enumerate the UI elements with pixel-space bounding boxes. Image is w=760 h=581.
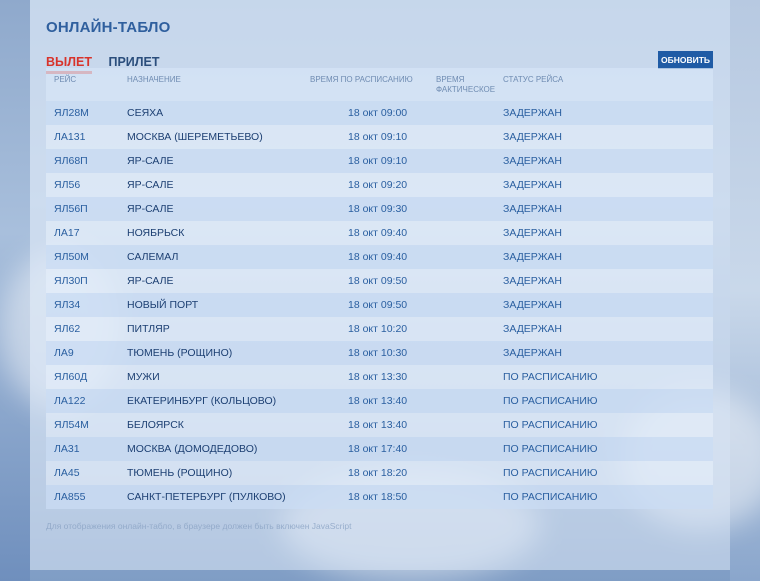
scheduled-time: 18 окт 13:30 [348,371,408,383]
flight-status: ЗАДЕРЖАН [503,227,562,239]
table-row: ЯЛ62 ПИТЛЯР 18 окт 10:20 ЗАДЕРЖАН [46,317,713,341]
destination: НОЯБРЬСК [127,227,185,239]
destination: САЛЕМАЛ [127,251,179,263]
flight-status: ПО РАСПИСАНИЮ [503,443,598,455]
destination: САНКТ-ПЕТЕРБУРГ (ПУЛКОВО) [127,491,286,503]
table-row: ЯЛ60Д МУЖИ 18 окт 13:30 ПО РАСПИСАНИЮ [46,365,713,389]
scheduled-time: 18 окт 13:40 [348,395,408,407]
flight-status: ЗАДЕРЖАН [503,155,562,167]
flight-number: ЛА17 [54,227,80,239]
destination: БЕЛОЯРСК [127,419,184,431]
table-row: ЯЛ56П ЯР-САЛЕ 18 окт 09:30 ЗАДЕРЖАН [46,197,713,221]
table-row: ЯЛ28М СЕЯХА 18 окт 09:00 ЗАДЕРЖАН [46,101,713,125]
flight-number: ЯЛ56П [54,203,88,215]
flight-status: ЗАДЕРЖАН [503,179,562,191]
destination: МОСКВА (ДОМОДЕДОВО) [127,443,258,455]
flight-number: ЛА45 [54,467,80,479]
table-row: ЛА131 МОСКВА (ШЕРЕМЕТЬЕВО) 18 окт 09:10 … [46,125,713,149]
destination: ЯР-САЛЕ [127,155,174,167]
tab-bar: ВЫЛЕТ ПРИЛЕТ [46,53,172,74]
scheduled-time: 18 окт 13:40 [348,419,408,431]
scheduled-time: 18 окт 09:40 [348,251,408,263]
header-scheduled-time: ВРЕМЯ ПО РАСПИСАНИЮ [310,75,413,84]
destination: ЯР-САЛЕ [127,203,174,215]
table-row: ЯЛ54М БЕЛОЯРСК 18 окт 13:40 ПО РАСПИСАНИ… [46,413,713,437]
flight-status: ПО РАСПИСАНИЮ [503,467,598,479]
flight-number: ЯЛ28М [54,107,89,119]
scheduled-time: 18 окт 09:20 [348,179,408,191]
flight-number: ЛА131 [54,131,86,143]
flight-status: ПО РАСПИСАНИЮ [503,371,598,383]
header-actual-time: ВРЕМЯ ФАКТИЧЕСКОЕ [436,75,496,94]
flight-status: ЗАДЕРЖАН [503,275,562,287]
flight-status: ЗАДЕРЖАН [503,323,562,335]
table-row: ЯЛ34 НОВЫЙ ПОРТ 18 окт 09:50 ЗАДЕРЖАН [46,293,713,317]
table-row: ЛА17 НОЯБРЬСК 18 окт 09:40 ЗАДЕРЖАН [46,221,713,245]
table-row: ЛА45 ТЮМЕНЬ (РОЩИНО) 18 окт 18:20 ПО РАС… [46,461,713,485]
flight-number: ЯЛ30П [54,275,88,287]
scheduled-time: 18 окт 09:50 [348,275,408,287]
scheduled-time: 18 окт 09:30 [348,203,408,215]
scheduled-time: 18 окт 09:10 [348,131,408,143]
flight-number: ЛА9 [54,347,74,359]
flight-number: ЯЛ54М [54,419,89,431]
scheduled-time: 18 окт 09:50 [348,299,408,311]
scheduled-time: 18 окт 18:50 [348,491,408,503]
flight-number: ЛА122 [54,395,86,407]
table-row: ЛА9 ТЮМЕНЬ (РОЩИНО) 18 окт 10:30 ЗАДЕРЖА… [46,341,713,365]
flight-status: ПО РАСПИСАНИЮ [503,419,598,431]
destination: ЕКАТЕРИНБУРГ (КОЛЬЦОВО) [127,395,277,407]
scheduled-time: 18 окт 10:20 [348,323,408,335]
flight-status: ЗАДЕРЖАН [503,131,562,143]
flight-number: ЯЛ34 [54,299,81,311]
scheduled-time: 18 окт 17:40 [348,443,408,455]
header-status: СТАТУС РЕЙСА [503,75,564,84]
flight-number: ЯЛ68П [54,155,88,167]
flight-number: ЯЛ60Д [54,371,88,383]
header-destination: НАЗНАЧЕНИЕ [127,75,181,84]
scheduled-time: 18 окт 09:40 [348,227,408,239]
flight-status: ПО РАСПИСАНИЮ [503,491,598,503]
refresh-button[interactable]: ОБНОВИТЬ [658,51,713,69]
scheduled-time: 18 окт 09:10 [348,155,408,167]
table-row: ЛА855 САНКТ-ПЕТЕРБУРГ (ПУЛКОВО) 18 окт 1… [46,485,713,509]
destination: ПИТЛЯР [127,323,170,335]
flights-table-body: ЯЛ28М СЕЯХА 18 окт 09:00 ЗАДЕРЖАН ЛА131 … [46,101,713,509]
destination: НОВЫЙ ПОРТ [127,299,199,311]
scheduled-time: 18 окт 10:30 [348,347,408,359]
header-flight: РЕЙС [54,75,77,84]
table-row: ЯЛ50М САЛЕМАЛ 18 окт 09:40 ЗАДЕРЖАН [46,245,713,269]
flight-status: ЗАДЕРЖАН [503,299,562,311]
table-row: ЛА31 МОСКВА (ДОМОДЕДОВО) 18 окт 17:40 ПО… [46,437,713,461]
flight-status: ПО РАСПИСАНИЮ [503,395,598,407]
flight-status: ЗАДЕРЖАН [503,203,562,215]
flight-status: ЗАДЕРЖАН [503,107,562,119]
javascript-notice: Для отображения онлайн-табло, в браузере… [46,521,352,531]
destination: ТЮМЕНЬ (РОЩИНО) [127,347,233,359]
table-row: ЯЛ68П ЯР-САЛЕ 18 окт 09:10 ЗАДЕРЖАН [46,149,713,173]
destination: ЯР-САЛЕ [127,179,174,191]
destination: ТЮМЕНЬ (РОЩИНО) [127,467,233,479]
page-title: ОНЛАЙН-ТАБЛО [46,19,171,36]
flight-status: ЗАДЕРЖАН [503,251,562,263]
destination: МУЖИ [127,371,160,383]
flight-number: ЯЛ50М [54,251,89,263]
destination: СЕЯХА [127,107,164,119]
table-row: ЛА122 ЕКАТЕРИНБУРГ (КОЛЬЦОВО) 18 окт 13:… [46,389,713,413]
scheduled-time: 18 окт 09:00 [348,107,408,119]
flight-number: ЛА31 [54,443,80,455]
scheduled-time: 18 окт 18:20 [348,467,408,479]
flight-number: ЯЛ62 [54,323,81,335]
table-row: ЯЛ30П ЯР-САЛЕ 18 окт 09:50 ЗАДЕРЖАН [46,269,713,293]
table-row: ЯЛ56 ЯР-САЛЕ 18 окт 09:20 ЗАДЕРЖАН [46,173,713,197]
flight-number: ЛА855 [54,491,86,503]
flight-number: ЯЛ56 [54,179,81,191]
flight-status: ЗАДЕРЖАН [503,347,562,359]
destination: МОСКВА (ШЕРЕМЕТЬЕВО) [127,131,263,143]
destination: ЯР-САЛЕ [127,275,174,287]
table-header: РЕЙС НАЗНАЧЕНИЕ ВРЕМЯ ПО РАСПИСАНИЮ ВРЕМ… [46,68,713,101]
